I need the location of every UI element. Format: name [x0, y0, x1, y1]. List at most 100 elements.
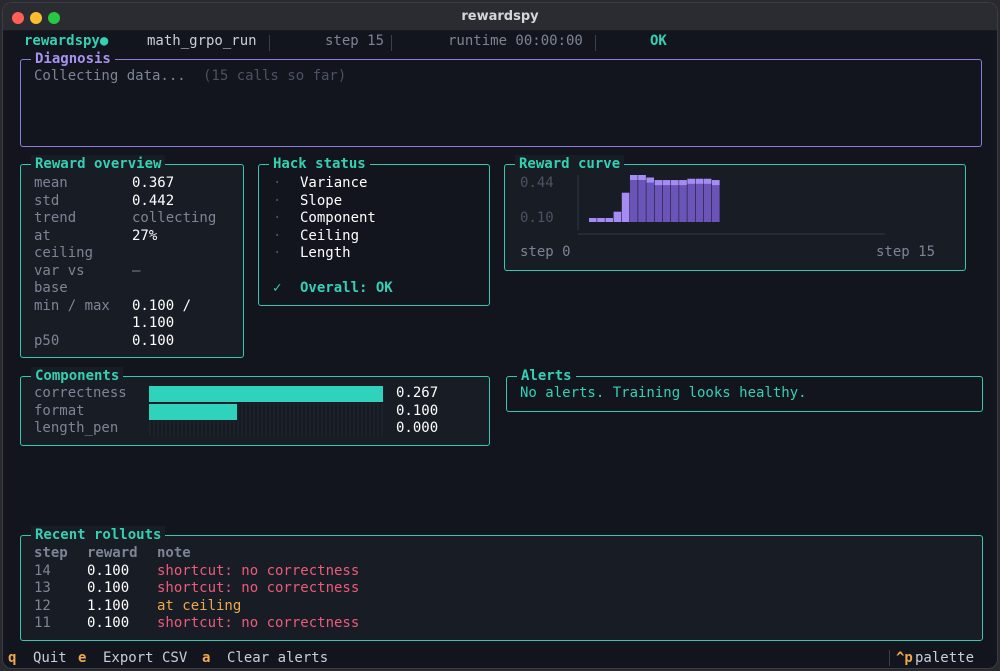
component-bar-fill [149, 386, 383, 402]
reward-curve-bar [679, 180, 687, 222]
component-label: format [34, 402, 85, 419]
status-bullet: · [273, 210, 282, 226]
header-divider [595, 35, 596, 51]
terminal-window: rewardspy rewardspy● math_grpo_run step … [2, 2, 998, 669]
reward-curve-bar [712, 180, 720, 222]
quit-key[interactable]: q [8, 650, 16, 666]
component-label: length_pen [34, 420, 119, 436]
reward-curve-bar [662, 180, 671, 222]
rollout-note: shortcut: no correctness [157, 615, 360, 631]
component-bar-fill [149, 403, 237, 420]
diagnosis-panel: Diagnosis Collecting data... (15 calls s… [20, 50, 982, 147]
rollout-step: 14 [34, 562, 51, 579]
component-label: correctness [34, 385, 127, 401]
recent-rollouts-title: Recent rollouts [31, 526, 166, 544]
stat-label: base [34, 280, 68, 296]
title-bar: rewardspy [3, 3, 997, 31]
clear-alerts-key[interactable]: a [202, 650, 210, 666]
header-divider [391, 35, 392, 51]
stat-label: mean [34, 175, 68, 191]
reward-curve-bar-cap [638, 175, 646, 180]
component-value: 0.267 [396, 385, 439, 401]
x-tick-label-start: step 0 [520, 244, 571, 260]
app-name: rewardspy● [24, 33, 109, 49]
status-badge: OK [650, 33, 667, 49]
palette-action[interactable]: palette [915, 650, 974, 666]
rollout-reward: 0.100 [87, 562, 130, 579]
rollout-reward: 0.100 [87, 580, 130, 596]
stat-value: – [132, 262, 141, 279]
footer-divider [889, 650, 890, 666]
reward-curve-bar-cap [695, 178, 704, 184]
column-header-reward: reward [87, 545, 138, 561]
diagnosis-calls-note: (15 calls so far) [203, 68, 347, 84]
stat-value: 0.367 [132, 175, 175, 191]
reward-curve-bar [638, 175, 646, 222]
stat-value: 0.100 [132, 332, 175, 349]
reward-curve-panel: Reward curve 0.44 0.10 step 0 step 15 [504, 155, 966, 271]
status-bullet: · [273, 175, 282, 191]
reward-curve-title: Reward curve [515, 155, 625, 173]
reward-curve-bar [654, 180, 663, 222]
reward-curve-bar-cap [646, 177, 654, 183]
reward-curve-bar [589, 218, 597, 222]
stat-label: min / max [34, 297, 110, 314]
rollout-step: 11 [34, 615, 51, 631]
status-bullet: · [273, 192, 282, 209]
stat-value: collecting [132, 210, 217, 226]
reward-curve-bar [687, 178, 695, 222]
status-bullet: · [273, 245, 282, 261]
reward-curve-bar-cap [712, 180, 720, 186]
hack-status-panel: Hack status · Variance · Slope · Compone… [258, 155, 490, 306]
runtime-counter: runtime 00:00:00 [448, 33, 583, 49]
rollout-reward: 0.100 [87, 615, 130, 631]
x-tick-label-end: step 15 [876, 244, 936, 260]
y-tick-label-top: 0.44 [520, 175, 554, 191]
rollout-note: shortcut: no correctness [157, 580, 360, 596]
hack-status-title: Hack status [269, 155, 370, 173]
reward-curve-chart [577, 175, 885, 235]
stat-value: 1.100 [132, 315, 175, 331]
column-header-step: step [34, 545, 68, 561]
stat-label: ceiling [34, 245, 94, 261]
stat-label: std [34, 192, 60, 209]
stat-value: 0.442 [132, 192, 175, 209]
stat-value: 0.100 / [132, 297, 192, 314]
check-icon: ✓ [273, 280, 282, 296]
header-divider [269, 35, 270, 51]
quit-action[interactable]: Quit [33, 650, 67, 666]
reward-curve-bar [597, 218, 605, 222]
stat-label: trend [34, 210, 77, 226]
stat-label: p50 [34, 332, 60, 349]
run-name: math_grpo_run [147, 33, 257, 49]
export-key[interactable]: e [78, 650, 86, 666]
clear-alerts-action[interactable]: Clear alerts [227, 650, 328, 666]
reward-curve-bars [589, 175, 720, 222]
component-bar [149, 386, 383, 402]
hack-check-length: Length [300, 245, 351, 261]
reward-curve-bar-cap [654, 180, 663, 186]
reward-curve-bar [630, 175, 638, 222]
hack-check-slope: Slope [300, 192, 343, 209]
column-header-note: note [157, 545, 191, 561]
recent-rollouts-panel: Recent rollouts step reward note 14 0.10… [20, 526, 983, 641]
reward-curve-bar-cap [687, 178, 695, 184]
reward-curve-bar-cap [662, 180, 671, 186]
reward-curve-bar-cap [630, 175, 638, 180]
diagnosis-message: Collecting data... [34, 68, 186, 84]
stat-value: 27% [132, 227, 158, 244]
reward-curve-bar [646, 177, 654, 222]
palette-key[interactable]: ^p [896, 650, 913, 666]
component-value: 0.000 [396, 420, 439, 436]
export-csv-action[interactable]: Export CSV [103, 650, 187, 666]
alerts-panel: Alerts No alerts. Training looks healthy… [506, 367, 983, 412]
component-bar [149, 403, 383, 420]
stat-label: at [34, 227, 51, 244]
components-title: Components [31, 367, 124, 385]
reward-curve-bar [671, 180, 679, 222]
rollout-reward: 1.100 [87, 597, 130, 614]
terminal-body: rewardspy● math_grpo_run step 15 runtime… [3, 31, 997, 668]
step-counter: step 15 [325, 33, 385, 49]
keybinding-footer: q Quit e Export CSV a Clear alerts ^p pa… [3, 649, 997, 668]
reward-curve-bar [621, 192, 630, 222]
